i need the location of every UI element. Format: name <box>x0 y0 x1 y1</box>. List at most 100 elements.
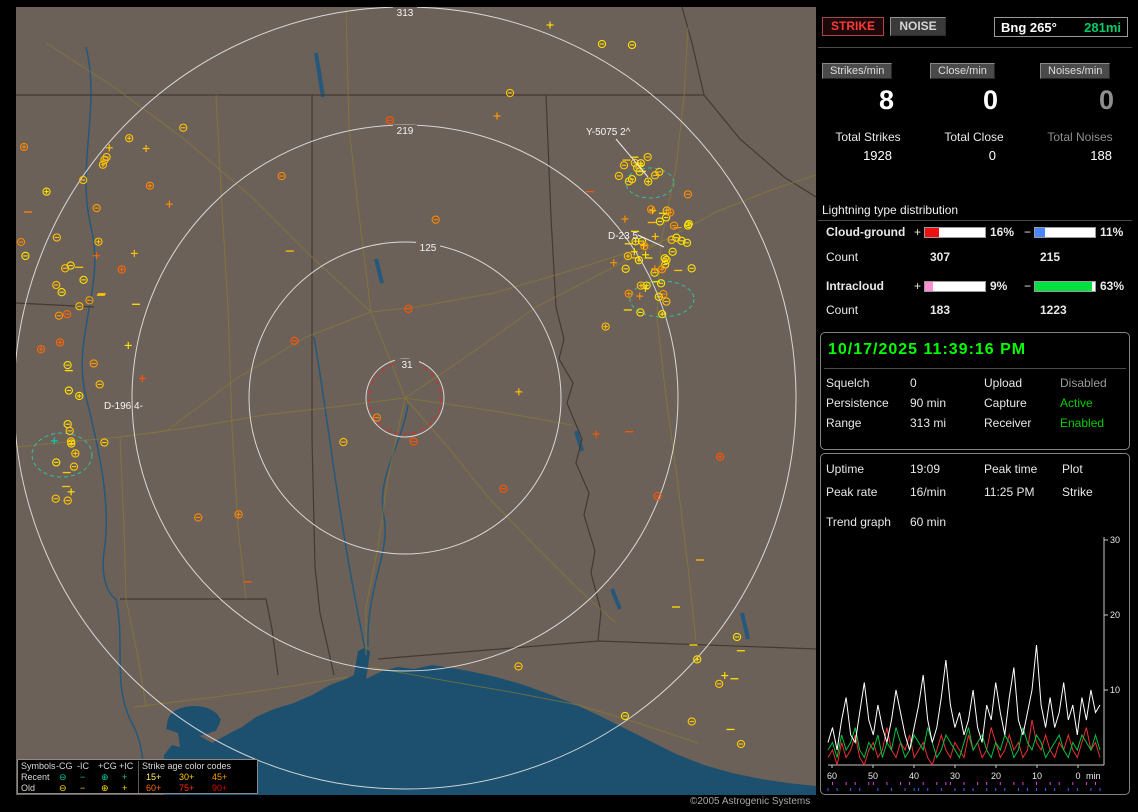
ic-minus-sign: − <box>1024 279 1032 293</box>
ring-label: 219 <box>397 126 414 137</box>
ring-label: 125 <box>420 243 437 254</box>
divider <box>824 368 1126 369</box>
cg-negative-pct: 11% <box>1100 225 1124 239</box>
rate-header-1[interactable]: Close/min <box>930 63 995 79</box>
storm-label: D-23 5 <box>608 231 638 242</box>
legend-text: 45+ <box>212 772 228 782</box>
total-label-0: Total Strikes <box>835 130 901 144</box>
trend-graph-label: Trend graph <box>826 515 891 529</box>
svg-text:20: 20 <box>1110 610 1120 620</box>
legend-text: 15+ <box>146 772 162 782</box>
datetime-display: 10/17/2025 11:39:16 PM <box>828 341 1027 358</box>
total-label-2: Total Noises <box>1047 130 1113 144</box>
svg-text:min: min <box>1086 771 1101 781</box>
persistence-value: 90 min <box>910 396 947 410</box>
range-label: Range <box>826 416 862 430</box>
map-legend: Symbols -CG -IC +CG +IC Strike age color code… <box>17 759 258 794</box>
cg-label: Cloud-ground <box>826 225 906 239</box>
peak-rate-label: Peak rate <box>826 485 878 499</box>
rate-value-0: 8 <box>878 85 894 115</box>
squelch-label: Squelch <box>826 376 870 390</box>
ring-label: 313 <box>397 8 414 19</box>
legend-text: + <box>122 783 128 793</box>
strike-button[interactable]: STRIKE <box>822 17 884 36</box>
legend-text: Recent <box>21 772 50 782</box>
legend-text: 75+ <box>179 783 195 793</box>
ring-label: 31 <box>401 360 413 371</box>
legend-text: 90+ <box>212 783 228 793</box>
legend-text: − <box>80 772 86 782</box>
cg-negative-count: 215 <box>1040 250 1061 264</box>
legend-text: Strike age color codes <box>142 761 232 771</box>
legend-text: ⊖ <box>59 783 67 793</box>
legend-text: ⊕ <box>101 772 109 782</box>
peak-time-label: Peak time <box>984 462 1038 476</box>
trend-graph: 30 20 10 60 50 40 30 20 10 0 min <box>827 535 1120 791</box>
noise-button[interactable]: NOISE <box>890 17 946 36</box>
squelch-value: 0 <box>910 376 917 390</box>
receiver-value: Enabled <box>1060 416 1105 430</box>
range-value: 313 mi <box>910 416 947 430</box>
legend-text: +CG <box>98 761 117 771</box>
rate-value-1: 0 <box>982 85 998 115</box>
bearing-distance: 281mi <box>1084 19 1121 35</box>
divider <box>818 220 1132 221</box>
legend-text: -IC <box>77 761 89 771</box>
receiver-label: Receiver <box>984 416 1032 430</box>
total-value-1: 0 <box>988 148 996 163</box>
divider <box>818 47 1132 48</box>
total-value-0: 1928 <box>863 148 892 163</box>
capture-value: Active <box>1060 396 1093 410</box>
legend-text: ⊕ <box>101 783 109 793</box>
svg-text:0: 0 <box>1075 771 1080 781</box>
bearing-label: Bng 265° <box>1001 19 1057 35</box>
uptime-value: 19:09 <box>910 462 941 476</box>
svg-text:20: 20 <box>991 771 1001 781</box>
distribution-title: Lightning type distribution <box>822 203 959 217</box>
plot-label: Plot <box>1062 462 1083 476</box>
uptime-label: Uptime <box>826 462 865 476</box>
legend-text: 30+ <box>179 772 195 782</box>
upload-label: Upload <box>984 376 1023 390</box>
svg-text:30: 30 <box>1110 535 1120 545</box>
legend-text: -CG <box>56 761 73 771</box>
legend-text: Symbols <box>21 761 56 771</box>
legend-text: + <box>122 772 128 782</box>
cg-positive-bar <box>924 227 986 238</box>
cg-count-label: Count <box>826 250 859 264</box>
plot-mode-value: Strike <box>1062 485 1093 499</box>
ic-label: Intracloud <box>826 279 885 293</box>
legend-text: ⊖ <box>59 772 67 782</box>
ic-negative-bar <box>1034 281 1096 292</box>
svg-text:40: 40 <box>909 771 919 781</box>
svg-text:50: 50 <box>868 771 878 781</box>
ic-plus-sign: + <box>914 279 922 293</box>
total-value-2: 188 <box>1090 148 1112 163</box>
ic-positive-pct: 9% <box>990 279 1008 293</box>
ic-positive-count: 183 <box>930 303 951 317</box>
peak-time-value: 11:25 PM <box>984 485 1035 499</box>
legend-text: 60+ <box>146 783 162 793</box>
storm-label: D-196 4- <box>104 401 143 412</box>
rate-header-2[interactable]: Noises/min <box>1040 63 1111 79</box>
persistence-label: Persistence <box>826 396 889 410</box>
radar-map[interactable]: 313 219 125 31 Y-5075 2^ D-23 5 D-196 4- Symbo… <box>13 6 817 796</box>
rate-header-0[interactable]: Strikes/min <box>822 63 893 79</box>
ic-positive-bar <box>924 281 986 292</box>
trend-window-value: 60 min <box>910 515 947 529</box>
bearing-display: Bng 265° 281mi <box>994 17 1128 37</box>
cg-positive-count: 307 <box>930 250 951 264</box>
legend-text: +IC <box>119 761 134 771</box>
svg-text:60: 60 <box>827 771 837 781</box>
legend-text: Old <box>21 783 36 793</box>
svg-text:10: 10 <box>1110 685 1120 695</box>
svg-text:10: 10 <box>1032 771 1042 781</box>
cg-positive-pct: 16% <box>990 225 1015 239</box>
map-canvas[interactable]: 313 219 125 31 Y-5075 2^ D-23 5 D-196 4- <box>13 6 817 796</box>
cg-negative-bar <box>1034 227 1096 238</box>
svg-text:30: 30 <box>950 771 960 781</box>
ic-count-label: Count <box>826 303 859 317</box>
cg-plus-sign: + <box>914 225 922 239</box>
upload-value: Disabled <box>1060 376 1107 390</box>
ic-negative-pct: 63% <box>1100 279 1125 293</box>
